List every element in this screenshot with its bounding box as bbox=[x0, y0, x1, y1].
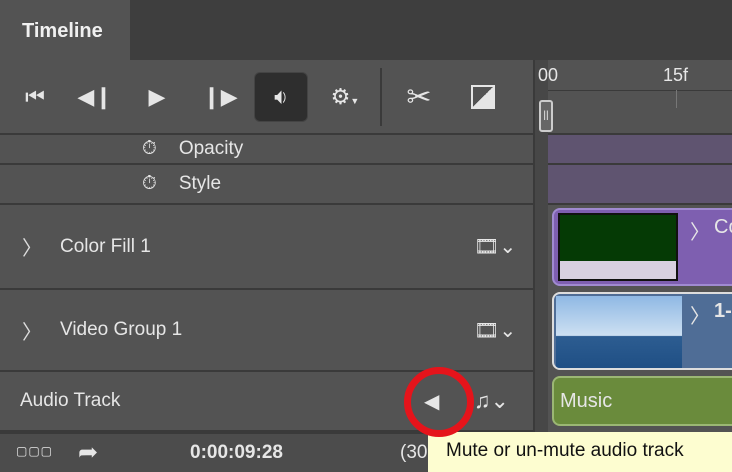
clip-thumbnail bbox=[556, 296, 682, 368]
play-icon: ▶︎ bbox=[148, 84, 166, 109]
ruler-tick-label: 00 bbox=[538, 65, 559, 85]
transition-icon bbox=[471, 85, 495, 109]
chevron-right-icon[interactable]: 〉 bbox=[22, 232, 42, 261]
timeline-toolbar: ⏮ ◀︎❙ ▶︎ ❙▶︎ 🔉︎ ⚙︎▼ ✂︎ bbox=[0, 60, 533, 135]
layer-row-video-group[interactable]: 〉 Video Group 1 🎞︎⌄ bbox=[0, 290, 533, 372]
layer-label: Color Fill 1 bbox=[60, 235, 151, 257]
layer-label: Audio Track bbox=[20, 390, 121, 411]
stopwatch-icon[interactable]: ⏱︎ bbox=[142, 173, 157, 195]
music-note-icon[interactable]: ♫⌄ bbox=[474, 388, 509, 414]
gear-icon: ⚙︎▼ bbox=[330, 84, 360, 109]
layer-label: Style bbox=[178, 173, 222, 194]
highlight-circle bbox=[404, 367, 474, 437]
stopwatch-icon[interactable]: ⏱︎ bbox=[142, 138, 157, 160]
tooltip: Mute or un-mute audio track bbox=[428, 432, 732, 472]
timeline-row bbox=[548, 165, 732, 205]
clip-color-fill[interactable]: 〉 Co bbox=[552, 208, 732, 286]
playhead[interactable]: || bbox=[539, 100, 553, 132]
layer-label: Opacity bbox=[178, 138, 244, 159]
settings-button[interactable]: ⚙︎▼ bbox=[318, 72, 372, 122]
tab-timeline[interactable]: Timeline bbox=[0, 0, 130, 60]
layer-row-style[interactable]: ⏱︎ Style bbox=[0, 165, 533, 205]
frames-icon[interactable]: ▢▢▢ bbox=[16, 444, 53, 458]
layer-label: Video Group 1 bbox=[60, 319, 183, 340]
ruler-tick-label: 15f bbox=[663, 65, 689, 85]
film-strip-icon[interactable]: 🎞︎⌄ bbox=[474, 234, 516, 259]
time-ruler[interactable]: 00 15f || bbox=[538, 60, 732, 135]
speaker-icon: 🔉︎ bbox=[274, 84, 288, 109]
transition-button[interactable] bbox=[456, 72, 510, 122]
step-forward-icon: ❙▶︎ bbox=[202, 84, 238, 109]
play-button[interactable]: ▶︎ bbox=[130, 72, 184, 122]
layer-row-color-fill[interactable]: 〉 Color Fill 1 🎞︎⌄ bbox=[0, 205, 533, 290]
clip-thumbnail bbox=[558, 213, 678, 281]
clip-audio-music[interactable]: Music bbox=[552, 376, 732, 426]
step-back-icon: ◀︎❙ bbox=[77, 84, 113, 109]
film-strip-icon[interactable]: 🎞︎⌄ bbox=[474, 318, 516, 343]
skip-to-start-icon: ⏮ bbox=[25, 84, 45, 109]
next-frame-button[interactable]: ❙▶︎ bbox=[193, 72, 247, 122]
split-button[interactable]: ✂︎ bbox=[392, 72, 446, 122]
clip-label: Music bbox=[560, 390, 613, 412]
clip-label: Co bbox=[714, 216, 732, 238]
timecode: 0:00:09:28 bbox=[190, 442, 283, 463]
timeline-row bbox=[548, 135, 732, 165]
chevron-right-icon[interactable]: 〉 bbox=[690, 216, 710, 245]
scissors-icon: ✂︎ bbox=[406, 80, 432, 114]
toolbar-divider bbox=[380, 68, 382, 126]
chevron-right-icon[interactable]: 〉 bbox=[22, 316, 42, 345]
clip-label: 1- bbox=[714, 300, 732, 322]
layer-row-opacity[interactable]: ⏱︎ Opacity bbox=[0, 135, 533, 165]
audio-playback-toggle[interactable]: 🔉︎ bbox=[254, 72, 308, 122]
clip-video-group[interactable]: 〉 1- bbox=[552, 292, 732, 370]
frame-rate: (30 bbox=[400, 442, 428, 463]
convert-arrow-icon[interactable]: ➦ bbox=[78, 438, 98, 467]
first-frame-button[interactable]: ⏮ bbox=[8, 72, 62, 122]
previous-frame-button[interactable]: ◀︎❙ bbox=[68, 72, 122, 122]
chevron-right-icon[interactable]: 〉 bbox=[690, 300, 710, 329]
